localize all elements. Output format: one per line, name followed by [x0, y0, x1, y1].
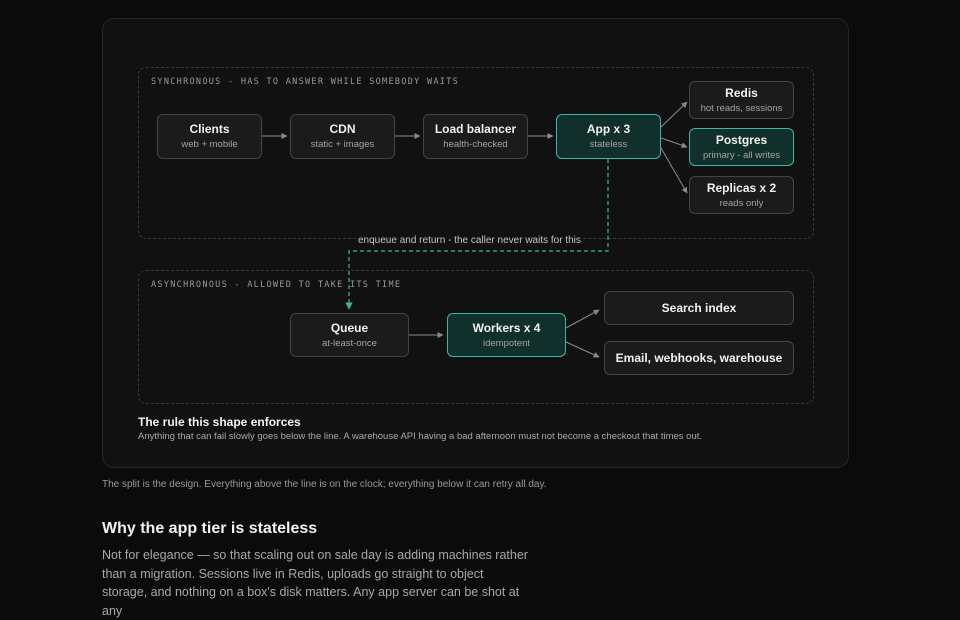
async-zone-label: ASYNCHRONOUS - ALLOWED TO TAKE ITS TIME [151, 280, 402, 290]
node-replicas: Replicas x 2 reads only [689, 176, 794, 214]
node-search-index: Search index [604, 291, 794, 325]
node-title: Email, webhooks, warehouse [615, 350, 783, 365]
node-load-balancer: Load balancer health-checked [423, 114, 528, 159]
node-queue: Queue at-least-once [290, 313, 409, 357]
node-clients: Clients web + mobile [157, 114, 262, 159]
node-postgres: Postgres primary - all writes [689, 128, 794, 166]
node-title: Replicas x 2 [706, 180, 777, 195]
node-subtitle: web + mobile [181, 139, 238, 150]
node-cdn: CDN static + images [290, 114, 395, 159]
node-title: Workers x 4 [472, 320, 541, 335]
node-subtitle: at-least-once [322, 337, 377, 349]
node-title: Search index [661, 300, 737, 315]
sync-zone-label: SYNCHRONOUS - HAS TO ANSWER WHILE SOMEBO… [151, 77, 460, 87]
rule-body: Anything that can fail slowly goes below… [138, 431, 703, 442]
node-app: App x 3 stateless [556, 114, 661, 159]
node-subtitle: stateless [589, 139, 628, 150]
node-subtitle: primary - all writes [702, 149, 781, 161]
node-redis: Redis hot reads, sessions [689, 81, 794, 119]
node-title: Redis [725, 85, 758, 100]
node-title: Queue [330, 320, 369, 335]
node-subtitle: hot reads, sessions [700, 102, 783, 114]
section-heading: Why the app tier is stateless [102, 520, 318, 537]
enqueue-edge-label: enqueue and return - the caller never wa… [356, 235, 583, 246]
node-title: App x 3 [586, 122, 631, 136]
node-subtitle: idempotent [482, 337, 530, 349]
node-title: Clients [189, 122, 230, 136]
node-subtitle: reads only [719, 197, 764, 209]
node-email-webhooks-warehouse: Email, webhooks, warehouse [604, 341, 794, 375]
node-title: Load balancer [434, 122, 517, 136]
node-title: Postgres [715, 132, 768, 147]
node-subtitle: static + images [310, 139, 375, 150]
rule-title: The rule this shape enforces [138, 415, 301, 429]
figure-caption: The split is the design. Everything abov… [102, 479, 547, 490]
node-workers: Workers x 4 idempotent [447, 313, 566, 357]
section-paragraph: Not for elegance — so that scaling out o… [102, 548, 528, 618]
node-title: CDN [329, 122, 356, 136]
node-subtitle: health-checked [443, 139, 508, 150]
